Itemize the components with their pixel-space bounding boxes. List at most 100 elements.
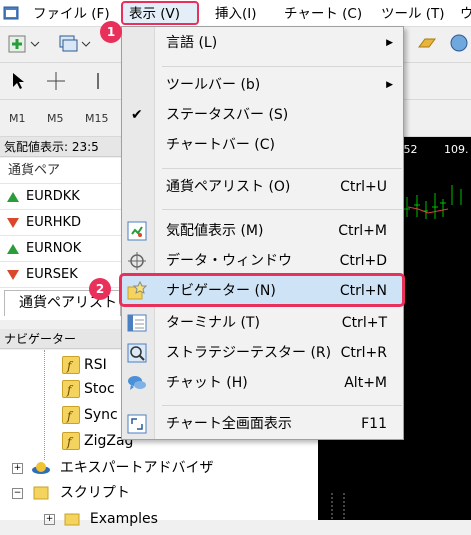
symbol-label: EURSEK — [26, 267, 78, 282]
indicator-icon — [62, 404, 80, 428]
list-item[interactable]: EURNOK — [0, 236, 121, 262]
menu-item-label: ターミナル (T) — [166, 315, 260, 331]
indicator-icon — [62, 430, 80, 454]
menu-insert[interactable]: 挿入(I) — [215, 4, 257, 24]
terminal-icon — [127, 313, 147, 333]
tree-item[interactable]: Stoc — [62, 377, 115, 402]
submenu-arrow-icon: ▶ — [386, 80, 393, 90]
step-badge-2: 2 — [89, 278, 111, 300]
tree-item-expert-advisors[interactable]: + エキスパートアドバイザ — [12, 456, 214, 480]
chat-bubble-icon — [127, 373, 147, 393]
menu-separator — [162, 168, 402, 169]
menu-chart[interactable]: チャート (C) — [284, 4, 362, 24]
menu-item-market-watch[interactable]: 気配値表示 (M) Ctrl+M — [122, 216, 403, 246]
market-watch-header: 気配値表示: 23:5 — [0, 137, 121, 157]
expert-hat-icon — [31, 460, 51, 476]
menu-item-shortcut: Alt+M — [344, 375, 387, 391]
arrow-up-icon — [7, 244, 19, 254]
menu-separator — [162, 405, 402, 406]
cursor-arrow-icon — [13, 73, 24, 89]
tree-item-scripts[interactable]: − スクリプト — [12, 481, 130, 505]
menu-item-toolbars[interactable]: ツールバー (b) ▶ — [122, 70, 403, 100]
arrow-up-icon — [7, 192, 19, 202]
symbol-label: EURNOK — [26, 241, 82, 256]
menu-item-label: チャット (H) — [166, 375, 248, 391]
market-watch-icon — [127, 221, 147, 241]
expand-icon[interactable]: + — [12, 462, 23, 474]
app-icon — [3, 5, 19, 21]
menu-window[interactable]: ウ — [460, 4, 471, 24]
tree-item-label: エキスパートアドバイザ — [59, 460, 214, 476]
timeframe-m5[interactable]: M5 — [47, 112, 64, 125]
expand-icon[interactable]: + — [44, 513, 55, 525]
indicator-icon — [62, 354, 80, 378]
crosshair-icon — [47, 72, 65, 90]
menu-item-shortcut: Ctrl+D — [339, 253, 387, 269]
menu-item-label: 言語 (L) — [166, 35, 218, 51]
tree-item-examples[interactable]: + Examples — [44, 507, 158, 531]
menu-item-full-screen[interactable]: チャート全画面表示 F11 — [122, 409, 403, 439]
tree-item[interactable]: RSI — [62, 353, 107, 378]
menu-view[interactable]: 表示 (V) — [129, 4, 180, 24]
menu-item-label: 通貨ペアリスト (O) — [166, 179, 291, 195]
tree-item-label: RSI — [84, 357, 107, 373]
submenu-arrow-icon: ▶ — [386, 38, 393, 48]
market-button[interactable] — [415, 32, 439, 54]
navigator-highlight-ring — [119, 273, 405, 307]
menu-item-shortcut: Ctrl+U — [340, 179, 387, 195]
menu-tools[interactable]: ツール (T) — [381, 4, 445, 24]
step-badge-1: 1 — [100, 21, 122, 43]
menu-item-status-bar[interactable]: ✔ ステータスバー (S) — [122, 100, 403, 130]
menu-separator — [162, 66, 402, 67]
tree-item-label: スクリプト — [59, 485, 130, 501]
tree-item-label: Examples — [89, 511, 158, 527]
new-chart-button[interactable] — [6, 33, 42, 55]
signals-button[interactable] — [447, 32, 471, 54]
tree-item[interactable]: Sync — [62, 403, 118, 428]
menu-item-chart-bar[interactable]: チャートバー (C) — [122, 130, 403, 160]
collapse-icon[interactable]: − — [12, 487, 23, 499]
tree-line — [44, 350, 46, 460]
menu-item-terminal[interactable]: ターミナル (T) Ctrl+T — [122, 308, 403, 338]
menu-item-chat[interactable]: チャット (H) Alt+M — [122, 368, 403, 398]
menu-separator — [162, 209, 402, 210]
windows-icon — [59, 35, 91, 52]
menu-item-label: ツールバー (b) — [166, 77, 261, 93]
cursor-button[interactable] — [6, 70, 30, 92]
menu-item-label: チャート全画面表示 — [166, 416, 292, 432]
menu-item-label: データ・ウィンドウ — [166, 253, 292, 269]
signal-icon — [450, 34, 468, 52]
menu-item-shortcut: F11 — [361, 416, 387, 432]
menu-item-symbols-list[interactable]: 通貨ペアリスト (O) Ctrl+U — [122, 172, 403, 202]
timeframe-m15[interactable]: M15 — [85, 112, 109, 125]
column-header-symbol[interactable]: 通貨ペア — [0, 158, 121, 184]
symbol-label: EURHKD — [26, 215, 82, 230]
menu-item-strategy-tester[interactable]: ストラテジーテスター (R) Ctrl+R — [122, 338, 403, 368]
menu-item-language[interactable]: 言語 (L) ▶ — [122, 28, 403, 58]
profiles-button[interactable] — [56, 33, 92, 55]
checkmark-icon: ✔ — [131, 107, 143, 123]
vertical-line-icon — [97, 73, 99, 89]
indicator-icon — [62, 378, 80, 402]
arrow-down-icon — [7, 270, 19, 280]
menu-item-label: ステータスバー (S) — [166, 107, 289, 123]
menu-file[interactable]: ファイル (F) — [33, 4, 110, 24]
menu-item-label: チャートバー (C) — [166, 137, 276, 153]
folder-icon — [63, 511, 81, 527]
timeframe-m1[interactable]: M1 — [9, 112, 26, 125]
full-screen-icon — [127, 414, 147, 434]
menu-item-data-window[interactable]: データ・ウィンドウ Ctrl+D — [122, 246, 403, 276]
tree-item-label: Stoc — [84, 381, 115, 397]
list-item[interactable]: EURDKK — [0, 184, 121, 210]
plus-icon — [8, 35, 40, 53]
script-scroll-icon — [31, 485, 51, 501]
strategy-tester-icon — [127, 343, 147, 363]
gold-bar-icon — [418, 38, 436, 48]
symbol-label: EURDKK — [26, 189, 80, 204]
vertical-line-button[interactable] — [88, 70, 108, 92]
tree-item-label: Sync — [84, 407, 118, 423]
list-item[interactable]: EURHKD — [0, 210, 121, 236]
crosshair-button[interactable] — [44, 70, 68, 92]
menu-item-shortcut: Ctrl+R — [340, 345, 387, 361]
arrow-down-icon — [7, 218, 19, 228]
